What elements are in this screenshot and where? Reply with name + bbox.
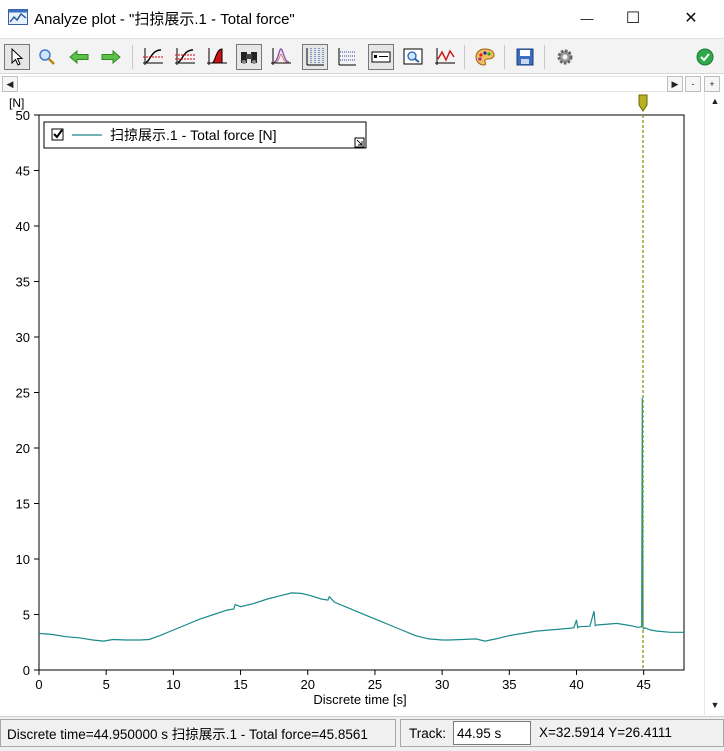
y-tick-label: 10 (16, 552, 30, 567)
select-button[interactable] (4, 44, 30, 70)
toolbar-separator (544, 45, 545, 69)
y-tick-label: 15 (16, 497, 30, 512)
settings-button[interactable] (552, 44, 578, 70)
x-axis-label: Discrete time [s] (313, 692, 406, 707)
palette-button[interactable] (472, 44, 498, 70)
x-tick-label: 0 (35, 677, 42, 692)
analyze-plot-app-icon (8, 9, 28, 25)
minimize-icon: — (580, 10, 594, 26)
status-info: Discrete time=44.950000 s 扫掠展示.1 - Total… (0, 719, 396, 747)
peak-button[interactable] (268, 44, 294, 70)
scroll-left-icon: ◀ (6, 78, 14, 89)
y-tick-label: 30 (16, 330, 30, 345)
forward-arrow-icon (101, 50, 121, 64)
trend-icon (435, 48, 455, 65)
toolbar (0, 38, 724, 74)
cursor-handle[interactable] (638, 94, 648, 112)
x-tick-label: 45 (636, 677, 650, 692)
legend-icon (371, 51, 391, 63)
palette-icon (475, 48, 495, 66)
close-icon: ✕ (684, 10, 698, 27)
vertical-grid-icon (306, 48, 324, 66)
horizontal-scroll-strip: ◀ ▶ - + (0, 75, 724, 93)
x-tick-label: 40 (569, 677, 583, 692)
scroll-right-button[interactable]: ▶ (667, 76, 683, 92)
area-fill-button[interactable] (204, 44, 230, 70)
x-tick-label: 15 (233, 677, 247, 692)
x-axis-ticks: 0 5 10 15 20 25 30 35 40 45 (35, 670, 651, 692)
y-tick-label: 35 (16, 275, 30, 290)
save-icon (516, 48, 534, 66)
maximize-icon: ☐ (625, 10, 641, 27)
scroll-up-icon: ▲ (710, 96, 720, 106)
back-arrow-icon (69, 50, 89, 64)
minus-icon: - (691, 79, 695, 89)
plus-icon: + (709, 79, 715, 89)
y-tick-label: 5 (23, 608, 30, 623)
x-tick-label: 5 (103, 677, 110, 692)
curve-compare-button[interactable] (172, 44, 198, 70)
toolbar-separator (504, 45, 505, 69)
area-fill-icon (207, 48, 227, 65)
back-button[interactable] (66, 44, 92, 70)
y-tick-label: 20 (16, 441, 30, 456)
toolbar-separator (464, 45, 465, 69)
legend-series-label: 扫掠展示.1 - Total force [N] (110, 127, 276, 143)
x-tick-label: 30 (435, 677, 449, 692)
plot-frame (38, 114, 685, 671)
y-tick-label: 25 (16, 386, 30, 401)
y-axis-ticks: 0 5 10 15 20 25 30 35 40 45 50 (16, 108, 39, 678)
y-tick-label: 40 (16, 219, 30, 234)
x-tick-label: 35 (502, 677, 516, 692)
scroll-left-button[interactable]: ◀ (2, 76, 18, 92)
scroll-down-button[interactable]: ▼ (707, 697, 723, 713)
forward-button[interactable] (98, 44, 124, 70)
vertical-grid-button[interactable] (302, 44, 328, 70)
scroll-down-icon: ▼ (710, 700, 720, 710)
track-label: Track: (409, 725, 446, 741)
track-input[interactable]: 44.95 s (453, 721, 531, 745)
horizontal-scrollbar-track[interactable] (20, 76, 666, 92)
binoculars-icon (241, 52, 257, 64)
x-tick-label: 25 (368, 677, 382, 692)
cursor-coordinates: X=32.5914 Y=26.4111 (539, 725, 672, 740)
ok-check-icon (696, 48, 714, 66)
toolbar-separator (132, 45, 133, 69)
x-tick-label: 20 (301, 677, 315, 692)
ok-button[interactable] (692, 44, 718, 70)
title-bar: Analyze plot - "扫掠展示.1 - Total force" — … (0, 0, 724, 36)
save-button[interactable] (512, 44, 538, 70)
peak-icon (271, 48, 291, 65)
zoom-in-button[interactable]: + (704, 76, 720, 92)
settings-icon (557, 49, 573, 65)
zoom-window-icon (403, 48, 423, 65)
binoculars-button[interactable] (236, 44, 262, 70)
y-tick-label: 50 (16, 108, 30, 123)
scroll-up-button[interactable]: ▲ (707, 93, 723, 109)
curve-fit-icon (143, 48, 163, 65)
curve-fit-button[interactable] (140, 44, 166, 70)
horizontal-grid-button[interactable] (334, 44, 360, 70)
zoom-window-button[interactable] (400, 44, 426, 70)
scroll-right-icon: ▶ (671, 78, 679, 89)
window-title: Analyze plot - "扫掠展示.1 - Total force" (34, 11, 295, 28)
x-tick-label: 10 (166, 677, 180, 692)
legend-button[interactable] (368, 44, 394, 70)
zoom-icon (39, 49, 55, 65)
maximize-button[interactable]: ☐ (610, 0, 656, 36)
vertical-scrollbar[interactable]: ▲ ▼ (704, 93, 724, 715)
zoom-button[interactable] (34, 44, 60, 70)
legend[interactable]: 扫掠展示.1 - Total force [N] (43, 121, 367, 149)
y-tick-label: 0 (23, 663, 30, 678)
zoom-out-button[interactable]: - (685, 76, 701, 92)
close-button[interactable]: ✕ (668, 0, 714, 36)
plot-area[interactable]: [N] 05101520253035404550 0 5 10 15 20 25 30 35 4… (0, 93, 700, 713)
trend-button[interactable] (432, 44, 458, 70)
curve-compare-icon (175, 48, 195, 65)
y-tick-label: 45 (16, 164, 30, 179)
horizontal-grid-icon (338, 48, 356, 66)
select-icon (11, 48, 24, 66)
status-bar: Discrete time=44.950000 s 扫掠展示.1 - Total… (0, 716, 724, 751)
minimize-button[interactable]: — (564, 0, 610, 36)
